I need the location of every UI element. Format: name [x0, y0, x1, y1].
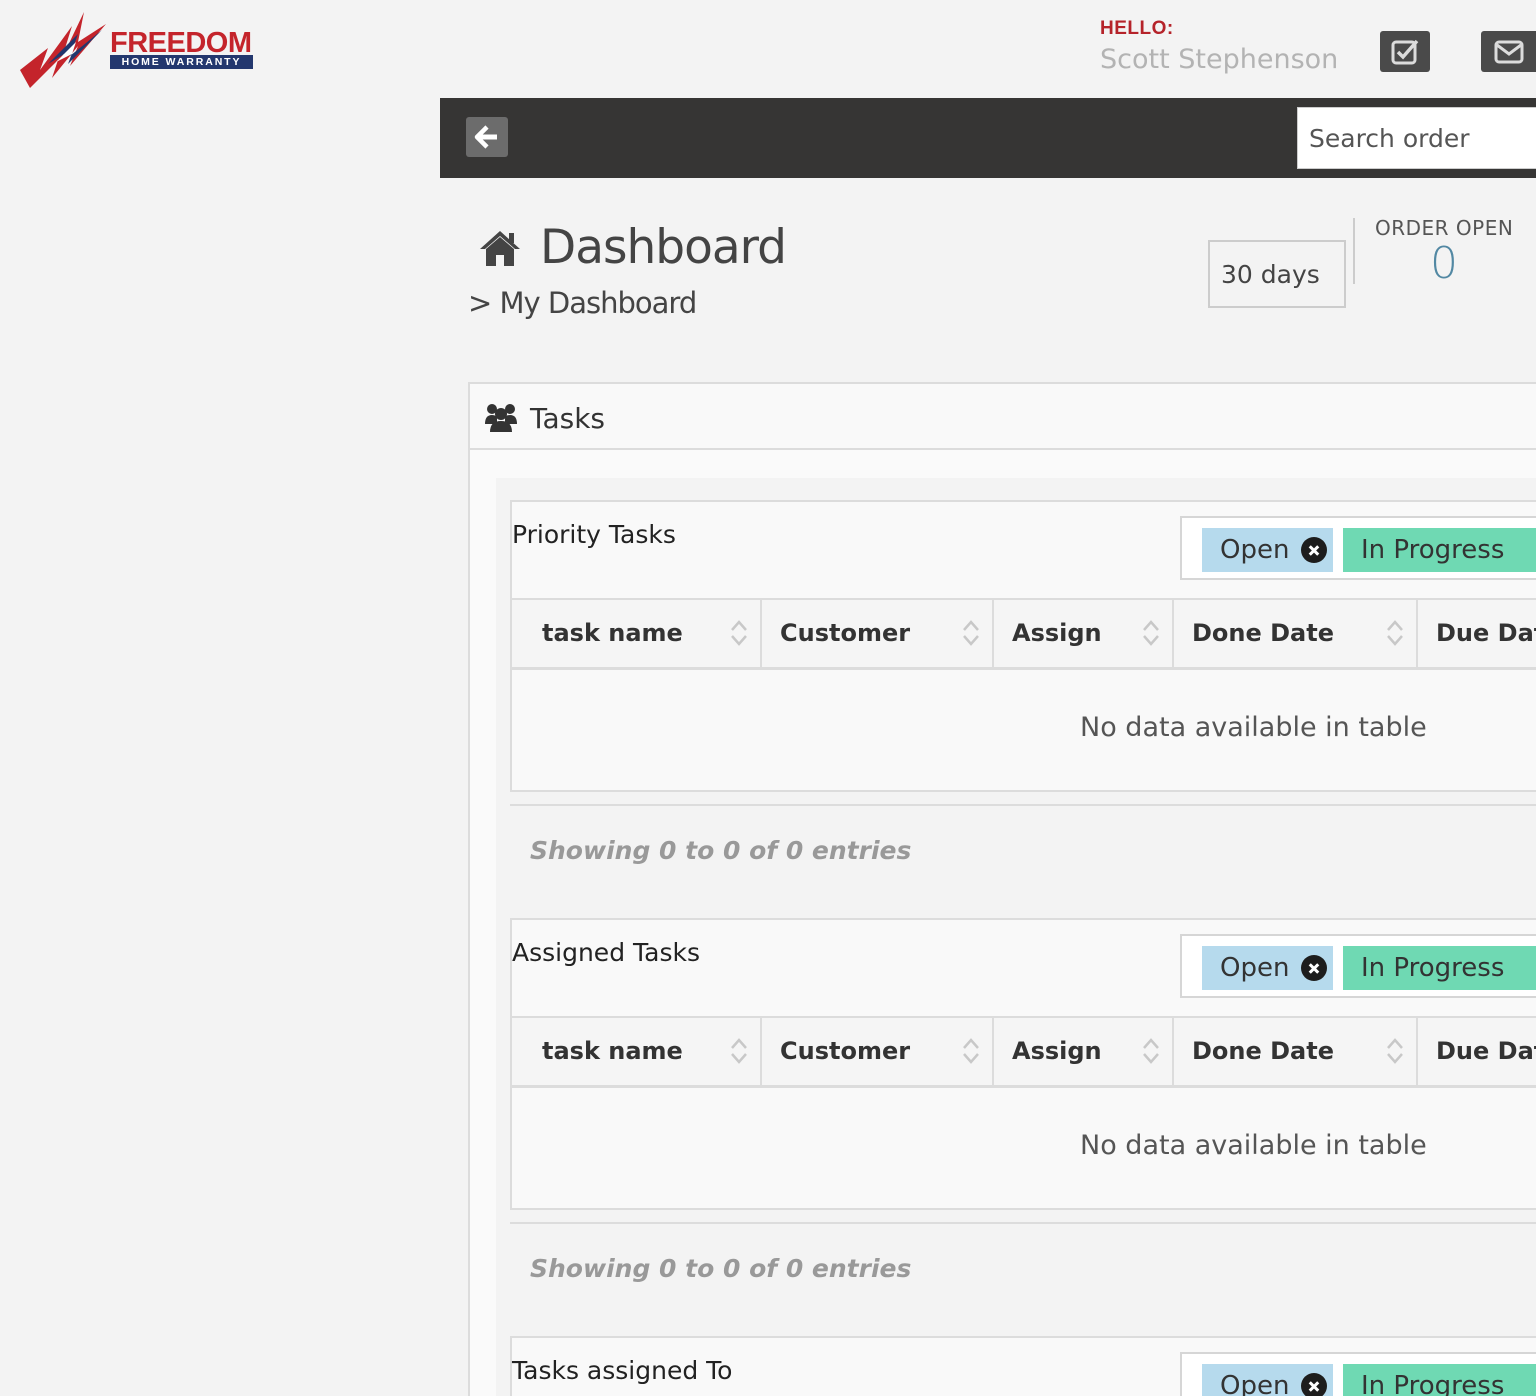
column-label: task name: [542, 1037, 683, 1065]
section-title: Assigned Tasks: [512, 938, 700, 967]
status-filter[interactable]: Open In Progress: [1180, 934, 1536, 998]
filter-chip-label: Open: [1220, 953, 1290, 983]
column-label: Assign: [1012, 1037, 1102, 1065]
breadcrumb[interactable]: > My Dashboard: [468, 286, 697, 320]
home-icon: [480, 231, 520, 266]
header-divider: [1353, 218, 1355, 284]
section-header: Tasks assigned To Open In Progress: [510, 1336, 1536, 1396]
table-body: No data available in table: [510, 1088, 1536, 1210]
filter-chip-open[interactable]: Open: [1202, 528, 1333, 572]
section-title: Tasks assigned To: [512, 1356, 733, 1385]
filter-chip-in-progress[interactable]: In Progress: [1343, 1364, 1536, 1396]
section-header: Assigned Tasks Open In Progress: [510, 918, 1536, 1016]
table-header: task name Customer Assign Done Date Due Date: [510, 1016, 1536, 1088]
tasks-panel-title: Tasks: [530, 402, 606, 435]
brand-logo[interactable]: FREEDOM HOME WARRANTY: [18, 12, 258, 92]
sort-icon[interactable]: [730, 1036, 748, 1066]
section-title: Priority Tasks: [512, 520, 676, 549]
remove-chip-icon[interactable]: [1301, 955, 1327, 981]
column-assign[interactable]: Assign: [994, 600, 1174, 667]
logo-flag-icon: [20, 12, 106, 88]
tasks-check-button[interactable]: [1380, 31, 1430, 72]
order-open-count[interactable]: 0: [1430, 238, 1458, 289]
status-filter[interactable]: Open In Progress: [1180, 516, 1536, 580]
column-done-date[interactable]: Done Date: [1174, 600, 1418, 667]
filter-chip-label: In Progress: [1361, 953, 1505, 983]
column-assign[interactable]: Assign: [994, 1018, 1174, 1085]
filter-chip-in-progress[interactable]: In Progress: [1343, 946, 1536, 990]
page-title: Dashboard: [540, 220, 787, 275]
check-square-icon: [1391, 39, 1419, 64]
sort-icon[interactable]: [962, 1036, 980, 1066]
search-order-input[interactable]: [1297, 107, 1536, 169]
status-filter[interactable]: Open In Progress: [1180, 1352, 1536, 1396]
column-task-name[interactable]: task name: [512, 1018, 762, 1085]
empty-table-message: No data available in table: [1080, 1130, 1427, 1161]
filter-chip-label: Open: [1220, 535, 1290, 565]
filter-chip-in-progress[interactable]: In Progress: [1343, 528, 1536, 572]
filter-chip-label: In Progress: [1361, 1371, 1505, 1396]
filter-chip-open[interactable]: Open: [1202, 1364, 1333, 1396]
remove-chip-icon[interactable]: [1301, 537, 1327, 563]
greeting-label: HELLO:: [1100, 18, 1174, 39]
table-header: task name Customer Assign Done Date Due Date: [510, 598, 1536, 670]
filter-chip-open[interactable]: Open: [1202, 946, 1333, 990]
column-customer[interactable]: Customer: [762, 1018, 994, 1085]
empty-table-message: No data available in table: [1080, 712, 1427, 743]
column-customer[interactable]: Customer: [762, 600, 994, 667]
column-label: Done Date: [1192, 619, 1334, 647]
tasks-panel-header: Tasks: [470, 384, 1536, 450]
logo-tagline: HOME WARRANTY: [110, 55, 253, 69]
messages-button[interactable]: [1481, 31, 1536, 72]
order-open-label: ORDER OPEN: [1375, 216, 1514, 240]
column-label: Customer: [780, 1037, 911, 1065]
sort-icon[interactable]: [1386, 618, 1404, 648]
column-label: Customer: [780, 619, 911, 647]
column-label: Assign: [1012, 619, 1102, 647]
table-info: Showing 0 to 0 of 0 entries: [530, 1254, 912, 1283]
section-divider: [510, 1222, 1536, 1224]
user-name[interactable]: Scott Stephenson: [1100, 44, 1338, 75]
section-divider: [510, 804, 1536, 806]
column-due-date[interactable]: Due Date: [1418, 600, 1536, 667]
logo-wordmark: FREEDOM: [110, 27, 252, 59]
filter-chip-label: Open: [1220, 1371, 1290, 1396]
section-header: Priority Tasks Open In Progress: [510, 500, 1536, 598]
column-due-date[interactable]: Due Date: [1418, 1018, 1536, 1085]
top-navbar: [440, 98, 1536, 178]
column-label: Due Date: [1436, 619, 1536, 647]
column-done-date[interactable]: Done Date: [1174, 1018, 1418, 1085]
column-task-name[interactable]: task name: [512, 600, 762, 667]
back-button[interactable]: [466, 117, 508, 157]
column-label: task name: [542, 619, 683, 647]
period-select[interactable]: 30 days: [1208, 240, 1346, 308]
sort-icon[interactable]: [962, 618, 980, 648]
sort-icon[interactable]: [1142, 1036, 1160, 1066]
users-icon: [485, 404, 517, 432]
table-body: No data available in table: [510, 670, 1536, 792]
sort-icon[interactable]: [1142, 618, 1160, 648]
sort-icon[interactable]: [730, 618, 748, 648]
column-label: Due Date: [1436, 1037, 1536, 1065]
table-info: Showing 0 to 0 of 0 entries: [530, 836, 912, 865]
filter-chip-label: In Progress: [1361, 535, 1505, 565]
column-label: Done Date: [1192, 1037, 1334, 1065]
sort-icon[interactable]: [1386, 1036, 1404, 1066]
arrow-left-icon: [474, 125, 497, 149]
envelope-icon: [1494, 40, 1523, 63]
remove-chip-icon[interactable]: [1301, 1373, 1327, 1396]
